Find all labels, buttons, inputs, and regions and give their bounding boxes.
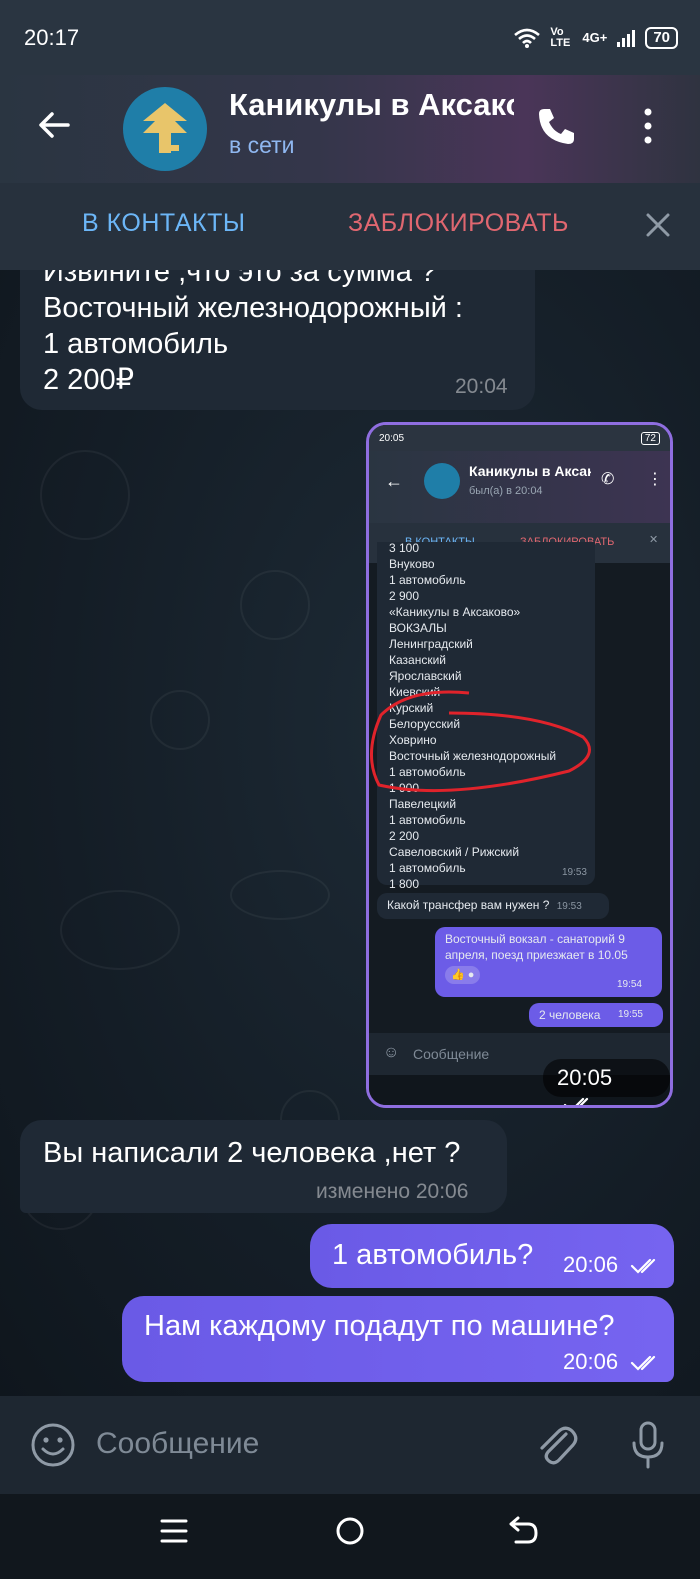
message-time: 20:06 [563, 1252, 662, 1278]
double-check-icon [631, 1356, 656, 1371]
message-outgoing[interactable]: Нам каждому подадут по машине? 20:06 [122, 1296, 674, 1382]
mini-status: был(а) в 20:04 [469, 485, 543, 497]
emoji-icon[interactable] [30, 1422, 76, 1468]
system-nav-bar [0, 1494, 700, 1579]
mini-list-line: Внуково [389, 557, 435, 571]
double-check-icon [631, 1259, 656, 1274]
volte-indicator: Vo LTE [550, 25, 571, 49]
message-text: Вы написали 2 человека ,нет ? [43, 1137, 461, 1169]
mini-input-placeholder: Сообщение [413, 1046, 490, 1062]
mini-question-time: 19:53 [556, 901, 582, 912]
battery-indicator: 70 [645, 26, 678, 49]
mini-list-line: ВОКЗАЛЫ [389, 621, 447, 635]
close-icon[interactable] [644, 211, 672, 239]
chat-status: в сети [229, 132, 295, 158]
double-check-icon [563, 1098, 589, 1105]
more-vert-icon[interactable] [638, 105, 658, 147]
mini-outgoing-message: 2 человека 19:55 [529, 1003, 663, 1027]
message-time-text: 20:06 [563, 1349, 619, 1374]
chat-header: Каникулы в Аксаково в сети [0, 75, 700, 183]
mini-reply1-time: 19:54 [616, 979, 642, 990]
mini-list-line: 3 100 [389, 541, 420, 555]
message-image[interactable]: 20:05 72 ← Каникулы в Аксаково был(а) в … [366, 422, 673, 1108]
mini-emoji-icon: ☺ [383, 1044, 400, 1061]
nav-menu-icon[interactable] [160, 1516, 188, 1546]
message-time-text: 20:06 [563, 1252, 619, 1277]
contact-action-bar: В КОНТАКТЫ ЗАБЛОКИРОВАТЬ [0, 183, 700, 270]
back-arrow-icon[interactable] [34, 105, 74, 145]
status-icons: Vo LTE 4G+ 70 [514, 25, 678, 49]
network-indicator: 4G+ [582, 30, 608, 45]
mini-reply1-text: Восточный вокзал - санаторий 9 апреля, п… [445, 932, 628, 962]
message-text: 1 автомобиль? [332, 1239, 534, 1271]
message-time: изменено 20:06 [316, 1180, 469, 1203]
mini-reply2-time: 19:55 [617, 1009, 643, 1020]
signal-icon [617, 29, 636, 47]
mini-list-line: Казанский [389, 653, 446, 667]
mini-list-line: Ярославский [389, 669, 462, 683]
message-input[interactable] [96, 1418, 496, 1470]
mini-reply2-text: 2 человека [539, 1008, 601, 1022]
phone-icon[interactable] [535, 105, 577, 147]
mini-battery: 72 [640, 431, 660, 445]
avatar[interactable] [123, 87, 207, 171]
mini-header: ← Каникулы в Аксаково был(а) в 20:04 ✆ ⋮ [369, 451, 670, 523]
message-text: Нам каждому подадут по машине? [144, 1310, 615, 1342]
mini-back-icon: ← [385, 471, 403, 491]
logo-icon [143, 103, 187, 153]
message-time-text: 20:05 [557, 1065, 613, 1090]
message-text: 1 автомобиль [43, 328, 229, 360]
message-time: 20:04 [455, 375, 508, 398]
mini-more-icon: ⋮ [647, 471, 663, 488]
mini-list-line: 2 900 [389, 589, 420, 603]
message-text: 2 200₽ [43, 364, 135, 396]
mini-list-time: 19:53 [561, 867, 587, 878]
mini-list-line: 2 200 [389, 829, 420, 843]
message-time: 20:05 [543, 1059, 670, 1105]
nav-back-icon[interactable] [508, 1514, 538, 1546]
mini-phone-icon: ✆ [601, 471, 615, 488]
wifi-icon [514, 28, 541, 48]
nav-home-icon[interactable] [335, 1516, 365, 1546]
message-input-bar [0, 1396, 700, 1494]
status-bar: 20:17 Vo LTE 4G+ 70 [0, 0, 700, 75]
message-time: 20:06 [563, 1349, 662, 1375]
mini-status-time: 20:05 [379, 432, 405, 444]
message-outgoing[interactable]: 1 автомобиль? 20:06 [310, 1224, 674, 1288]
mini-title: Каникулы в Аксаково [469, 463, 591, 479]
mini-close-icon: ✕ [649, 534, 659, 546]
add-contact-button[interactable]: В КОНТАКТЫ [82, 209, 245, 238]
block-button[interactable]: ЗАБЛОКИРОВАТЬ [348, 209, 569, 238]
red-highlight-circle [369, 690, 591, 793]
chat-title[interactable]: Каникулы в Аксаково [229, 87, 514, 123]
mini-list-line: Ленинградский [389, 637, 473, 651]
mini-outgoing-message: Восточный вокзал - санаторий 9 апреля, п… [435, 927, 662, 997]
mini-question-text: Какой трансфер вам нужен ? [387, 898, 550, 912]
paperclip-icon[interactable] [533, 1422, 579, 1468]
mini-list-line: 1 автомобиль [389, 813, 466, 827]
message-text: Восточный железнодорожный : [43, 292, 463, 324]
message-incoming[interactable]: Вы написали 2 человека ,нет ? изменено 2… [20, 1120, 507, 1213]
mini-avatar [424, 463, 460, 499]
status-time: 20:17 [24, 24, 80, 50]
mini-status-bar: 20:05 72 [369, 425, 670, 451]
microphone-icon[interactable] [630, 1420, 666, 1470]
mini-list-line: «Каникулы в Аксаково» [389, 605, 521, 619]
mini-list-line: Савеловский / Рижский [389, 845, 520, 859]
mini-question-message: Какой трансфер вам нужен ? 19:53 [377, 893, 609, 919]
mini-reactions: 👍 ● [445, 966, 481, 984]
mini-list-line: 1 автомобиль [389, 573, 466, 587]
